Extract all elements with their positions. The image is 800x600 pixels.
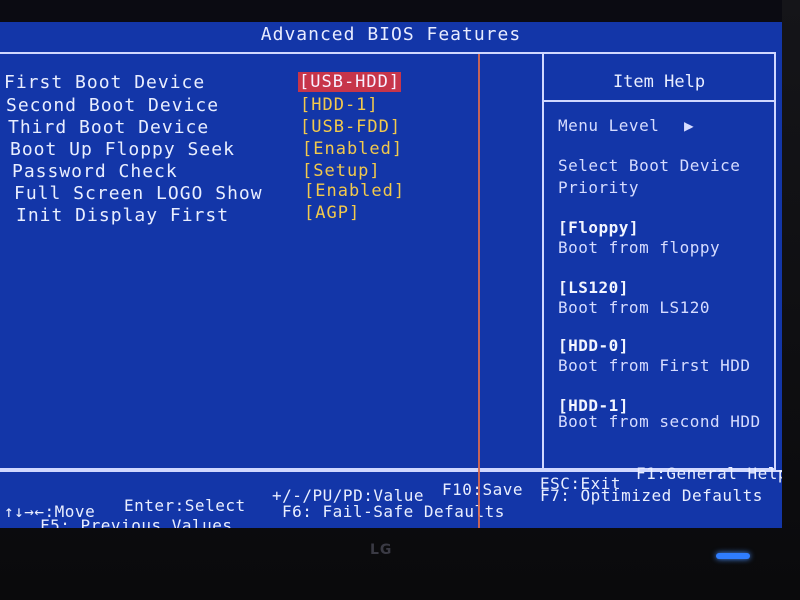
value-third-boot-device[interactable]: [USB-FDD]	[300, 117, 401, 137]
bios-screen: Advanced BIOS Features First Boot Device…	[0, 0, 782, 528]
value-second-boot-device[interactable]: [HDD-1]	[300, 95, 379, 115]
help-option-name: [LS120]	[558, 278, 629, 297]
key-hint-optimized-defaults: F7: Optimized Defaults	[540, 486, 763, 505]
power-led-icon	[716, 553, 750, 559]
help-option-desc: Boot from LS120	[558, 298, 710, 317]
help-option-desc: Boot from floppy	[558, 238, 721, 257]
screen-artifact-line	[478, 54, 480, 528]
value-init-display-first[interactable]: [AGP]	[304, 203, 360, 223]
setting-full-screen-logo-show[interactable]: Full Screen LOGO Show	[14, 183, 263, 204]
setting-password-check[interactable]: Password Check	[12, 161, 178, 182]
help-option-desc: Boot from First HDD	[558, 356, 751, 375]
key-hint-save: F10:Save	[442, 480, 524, 499]
help-option-desc: Boot from second HDD	[558, 412, 761, 431]
setting-first-boot-device[interactable]: First Boot Device	[4, 72, 205, 93]
key-hint-failsafe-defaults: F6: Fail-Safe Defaults	[282, 502, 505, 521]
key-hint-general-help: F1:General Help	[636, 464, 782, 483]
key-hint-select: Enter:Select	[124, 496, 246, 515]
value-boot-up-floppy-seek[interactable]: [Enabled]	[302, 139, 403, 159]
setting-boot-up-floppy-seek[interactable]: Boot Up Floppy Seek	[10, 139, 235, 160]
value-full-screen-logo-show[interactable]: [Enabled]	[304, 181, 405, 201]
help-option-name: [Floppy]	[558, 218, 640, 237]
value-password-check[interactable]: [Setup]	[302, 161, 381, 181]
setting-third-boot-device[interactable]: Third Boot Device	[8, 117, 209, 138]
monitor-bezel: Advanced BIOS Features First Boot Device…	[0, 0, 800, 600]
setting-init-display-first[interactable]: Init Display First	[16, 205, 229, 226]
column-divider	[542, 52, 544, 470]
setting-second-boot-device[interactable]: Second Boot Device	[6, 95, 219, 116]
monitor-brand-logo: LG	[370, 542, 393, 558]
menu-level-arrow-icon: ▶	[684, 116, 695, 135]
selected-value-highlight[interactable]: [USB-HDD]	[298, 72, 402, 92]
help-header-divider	[544, 100, 774, 102]
help-option-name: [HDD-0]	[558, 336, 629, 355]
help-panel-title: Item Help	[612, 72, 706, 92]
page-title: Advanced BIOS Features	[260, 24, 522, 45]
key-hint-previous-values: F5: Previous Values	[40, 516, 233, 528]
help-description-line-2: Priority	[558, 178, 640, 197]
value-first-boot-device[interactable]: [USB-HDD]	[298, 72, 402, 92]
help-description-line-1: Select Boot Device	[558, 156, 741, 175]
screen-top-edge	[0, 0, 782, 22]
menu-level-label: Menu Level	[558, 116, 660, 135]
